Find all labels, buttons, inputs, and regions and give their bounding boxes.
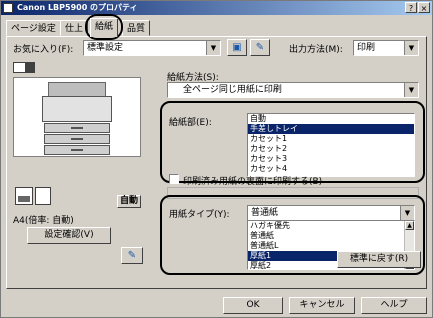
list-item[interactable]: 手差しトレイ (248, 124, 414, 134)
help-button[interactable]: ? (405, 2, 417, 13)
output-method-label: 出力方法(M): (289, 45, 343, 55)
list-item[interactable]: カセット1 (248, 134, 414, 144)
title-bar: Canon LBP5900 のプロパティ ? × (1, 1, 432, 15)
output-method-select[interactable]: 印刷 ▼ (353, 40, 419, 56)
window-title: Canon LBP5900 のプロパティ (17, 3, 138, 12)
printer-image (42, 82, 112, 160)
list-item[interactable]: 普通紙 (248, 231, 414, 241)
edit-icon[interactable]: ✎ (121, 247, 143, 264)
tab-page-setup[interactable]: ページ設定 (6, 20, 61, 36)
auto-badge: 自動 (117, 195, 141, 208)
list-item[interactable]: ハガキ優先 (248, 221, 414, 231)
chevron-down-icon: ▼ (404, 41, 418, 55)
paper-source-label: 給紙部(E): (169, 118, 212, 128)
paper-tray-icon (15, 187, 33, 205)
view-toggle-icon[interactable] (13, 62, 35, 73)
paper-type-value: 普通紙 (251, 208, 279, 218)
favorites-label: お気に入り(F): (13, 45, 74, 55)
ok-button[interactable]: OK (223, 297, 283, 314)
back-side-checkbox[interactable] (169, 174, 179, 184)
back-side-label: 印刷済み用紙の裏面に印刷する(B) (183, 177, 323, 187)
tab-paper-source[interactable]: 給紙 (90, 18, 119, 37)
restore-defaults-button[interactable]: 標準に戻す(R) (337, 251, 421, 268)
scroll-up-icon[interactable]: ▲ (405, 221, 414, 230)
paper-type-select[interactable]: 普通紙 ▼ (247, 205, 415, 221)
list-item[interactable]: カセット4 (248, 164, 414, 174)
paper-size-text: A4(倍率: 自動) (13, 216, 74, 226)
favorites-select[interactable]: 標準設定 ▼ (83, 40, 221, 56)
list-item[interactable]: 普通紙L (248, 241, 414, 251)
printer-icon (3, 3, 13, 13)
feed-method-select[interactable]: 全ページ同じ用紙に印刷 ▼ (167, 82, 419, 98)
output-method-value: 印刷 (357, 43, 376, 53)
paper-source-panel: お気に入り(F): 標準設定 ▼ ▣ ✎ 出力方法(M): 印刷 ▼ 自動 A4… (6, 36, 427, 289)
chevron-down-icon: ▼ (404, 83, 418, 97)
list-item[interactable]: カセット2 (248, 144, 414, 154)
tab-finishing[interactable]: 仕上 (60, 20, 89, 36)
help-bottom-button[interactable]: ヘルプ (361, 297, 427, 314)
list-item[interactable]: 自動 (248, 114, 414, 124)
printer-preview (13, 77, 141, 157)
tab-quality[interactable]: 品質 (122, 20, 151, 36)
printer-properties-window: Canon LBP5900 のプロパティ ? × ページ設定 仕上 給紙 品質 お… (0, 0, 433, 318)
close-button[interactable]: × (418, 2, 430, 13)
list-item[interactable]: カセット3 (248, 154, 414, 164)
add-favorite-icon[interactable]: ▣ (227, 39, 247, 56)
paper-sheet-icon (35, 187, 51, 205)
paper-type-label: 用紙タイプ(Y): (169, 210, 230, 220)
chevron-down-icon: ▼ (400, 206, 414, 220)
favorites-value: 標準設定 (87, 43, 124, 53)
chevron-down-icon: ▼ (206, 41, 220, 55)
disabled-select (167, 187, 419, 199)
title-buttons: ? × (404, 2, 430, 14)
tab-bar: ページ設定 仕上 給紙 品質 (6, 18, 426, 37)
paper-source-list[interactable]: 自動 手差しトレイ カセット1 カセット2 カセット3 カセット4 (247, 113, 415, 177)
confirm-settings-button[interactable]: 設定確認(V) (27, 227, 111, 244)
feed-method-value: 全ページ同じ用紙に印刷 (183, 85, 282, 95)
edit-favorite-icon[interactable]: ✎ (250, 39, 270, 56)
cancel-button[interactable]: キャンセル (289, 297, 355, 314)
